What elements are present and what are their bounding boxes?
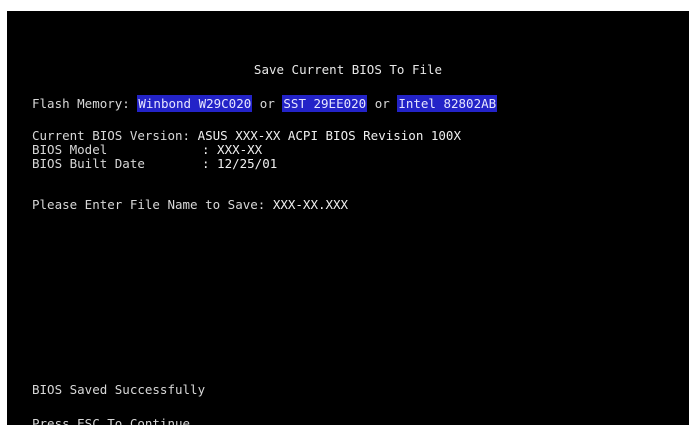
flash-chip-winbond: Winbond W29C020 <box>137 95 253 112</box>
filename-prompt-label: Please Enter File Name to Save: <box>32 197 266 212</box>
bios-version-label: Current BIOS Version: <box>32 128 191 143</box>
separator-or: or <box>259 96 275 111</box>
bios-model-value: : XXX-XX <box>202 142 263 157</box>
filename-prompt-row: Please Enter File Name to Save: XXX-XX.X… <box>32 198 348 212</box>
bios-date-label: BIOS Built Date <box>32 156 145 171</box>
filename-input[interactable]: XXX-XX.XXX <box>273 197 348 212</box>
separator-or: or <box>374 96 390 111</box>
flash-chip-sst: SST 29EE020 <box>282 95 368 112</box>
bios-screen: Save Current BIOS To File Flash Memory: … <box>7 11 689 425</box>
status-message: BIOS Saved Successfully <box>32 382 206 397</box>
flash-memory-row: Flash Memory: Winbond W29C020 or SST 29E… <box>32 95 498 112</box>
flash-memory-label: Flash Memory: <box>32 96 130 111</box>
bios-date-value: : 12/25/01 <box>202 156 278 171</box>
bios-version-row: Current BIOS Version: ASUS XXX-XX ACPI B… <box>32 129 461 143</box>
bios-version-value: ASUS XXX-XX ACPI BIOS Revision 100X <box>197 128 461 143</box>
bios-model-label: BIOS Model <box>32 142 108 157</box>
bios-model-row: BIOS Model : XXX-XX <box>32 143 262 157</box>
bios-date-row: BIOS Built Date : 12/25/01 <box>32 157 277 171</box>
flash-chip-intel: Intel 82802AB <box>397 95 498 112</box>
page-title: Save Current BIOS To File <box>253 62 443 77</box>
continue-hint[interactable]: Press ESC To Continue <box>32 417 190 425</box>
